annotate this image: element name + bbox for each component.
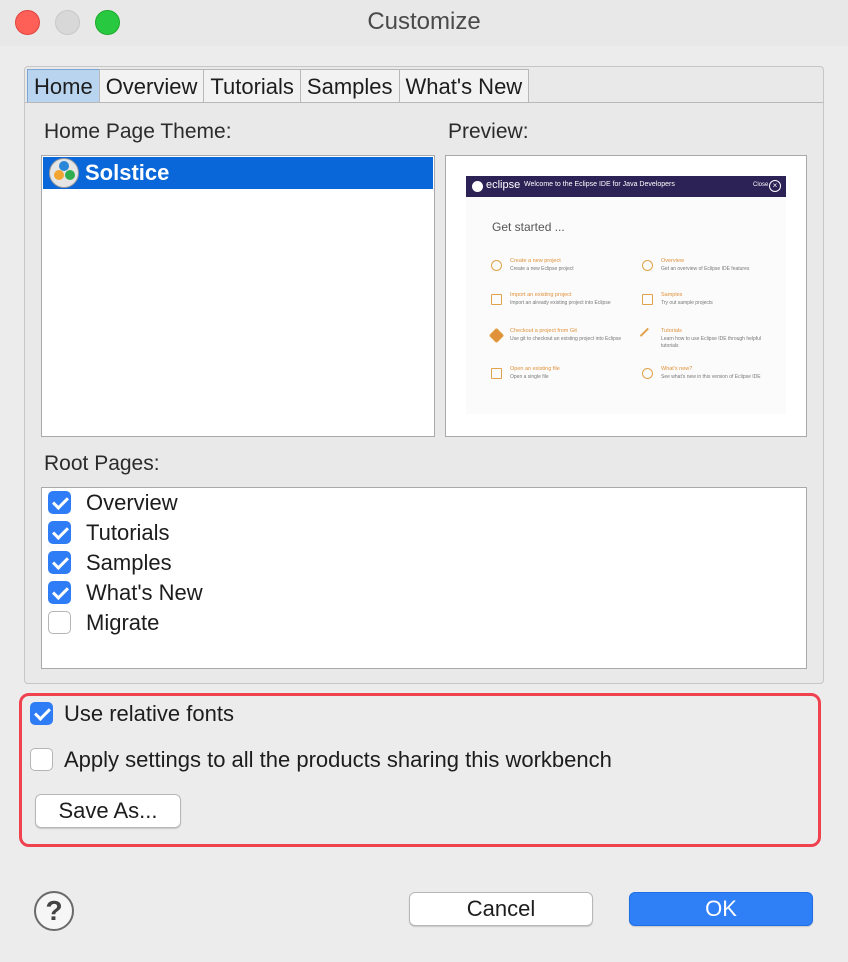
apply-settings-all-label: Apply settings to all the products shari… [64,747,612,772]
save-as-button[interactable]: Save As... [35,794,181,828]
tab-overview[interactable]: Overview [98,69,205,103]
star-icon [642,368,653,379]
preview-box: eclipse Welcome to the Eclipse IDE for J… [445,155,807,437]
preview-item-title: Open an existing file [510,366,560,372]
tab-divider [25,102,823,103]
preview-item-desc: Try out sample projects [661,300,713,306]
root-page-migrate[interactable]: Migrate [48,609,448,637]
ok-button[interactable]: OK [629,892,813,926]
root-page-label: Migrate [86,610,160,635]
add-icon [491,260,502,271]
preview-item-desc: Create a new Eclipse project [510,266,574,272]
help-icon[interactable]: ? [34,891,74,931]
root-page-whats-new[interactable]: What's New [48,579,448,607]
preview-heading: Get started ... [492,220,565,234]
tab-bar: Home Overview Tutorials Samples What's N… [27,69,530,103]
theme-name: Solstice [85,160,170,185]
apply-settings-all-checkbox[interactable] [30,748,53,771]
tab-panel: Home Overview Tutorials Samples What's N… [24,66,824,684]
root-page-migrate-checkbox[interactable] [48,611,71,634]
preview-item-desc: See what's new in this version of Eclips… [661,374,761,380]
root-page-label: Samples [86,550,172,575]
root-page-samples-checkbox[interactable] [48,551,71,574]
tab-samples[interactable]: Samples [299,69,400,103]
welcome-preview-image: eclipse Welcome to the Eclipse IDE for J… [466,176,786,414]
apply-settings-all-option[interactable]: Apply settings to all the products shari… [30,746,730,774]
title-bar: Customize [0,0,848,46]
preview-item-title: Overview [661,258,684,264]
preview-item-desc: Import an already existing project into … [510,300,611,306]
import-icon [491,294,502,305]
root-page-label: Overview [86,490,178,515]
use-relative-fonts-option[interactable]: Use relative fonts [30,700,730,728]
root-page-label: Tutorials [86,520,170,545]
samples-icon [642,294,653,305]
root-page-samples[interactable]: Samples [48,549,448,577]
preview-close-label: Close [753,182,769,188]
preview-item-desc: Get an overview of Eclipse IDE features [661,266,750,272]
home-page-theme-label: Home Page Theme: [44,120,232,143]
eclipse-logo-icon [472,181,483,192]
root-page-whats-new-checkbox[interactable] [48,581,71,604]
theme-list-item-solstice[interactable]: Solstice [43,157,433,189]
tab-tutorials[interactable]: Tutorials [203,69,301,103]
preview-item-title: Tutorials [661,328,682,334]
wand-icon [639,327,656,344]
cancel-button[interactable]: Cancel [409,892,593,926]
tab-home[interactable]: Home [27,69,100,103]
use-relative-fonts-checkbox[interactable] [30,702,53,725]
preview-header: eclipse Welcome to the Eclipse IDE for J… [466,176,786,197]
close-icon: × [769,180,781,192]
preview-item-title: What's new? [661,366,693,372]
preview-item-title: Samples [661,292,683,298]
preview-logo: eclipse [486,179,521,191]
globe-icon [642,260,653,271]
theme-list[interactable]: Solstice [41,155,435,437]
preview-item-desc: Use git to checkout an existing project … [510,336,622,342]
root-pages-label: Root Pages: [44,452,160,475]
root-page-label: What's New [86,580,203,605]
preview-item-title: Import an existing project [510,292,572,298]
preview-item-title: Create a new project [510,258,561,264]
preview-item-desc: Open a single file [510,374,549,380]
preview-label: Preview: [448,120,529,143]
solstice-theme-icon [49,158,79,188]
folder-icon [491,368,502,379]
preview-welcome-text: Welcome to the Eclipse IDE for Java Deve… [524,181,675,188]
git-icon [488,327,505,344]
use-relative-fonts-label: Use relative fonts [64,701,234,726]
preview-item-title: Checkout a project from Git [510,328,577,334]
root-page-overview[interactable]: Overview [48,489,448,517]
root-page-tutorials-checkbox[interactable] [48,521,71,544]
preview-item-desc: Learn how to use Eclipse IDE through hel… [661,336,762,349]
root-page-tutorials[interactable]: Tutorials [48,519,448,547]
root-page-overview-checkbox[interactable] [48,491,71,514]
window-title: Customize [367,8,481,35]
root-pages-list: Overview Tutorials Samples What's New Mi… [41,487,807,669]
tab-whats-new[interactable]: What's New [398,69,530,103]
